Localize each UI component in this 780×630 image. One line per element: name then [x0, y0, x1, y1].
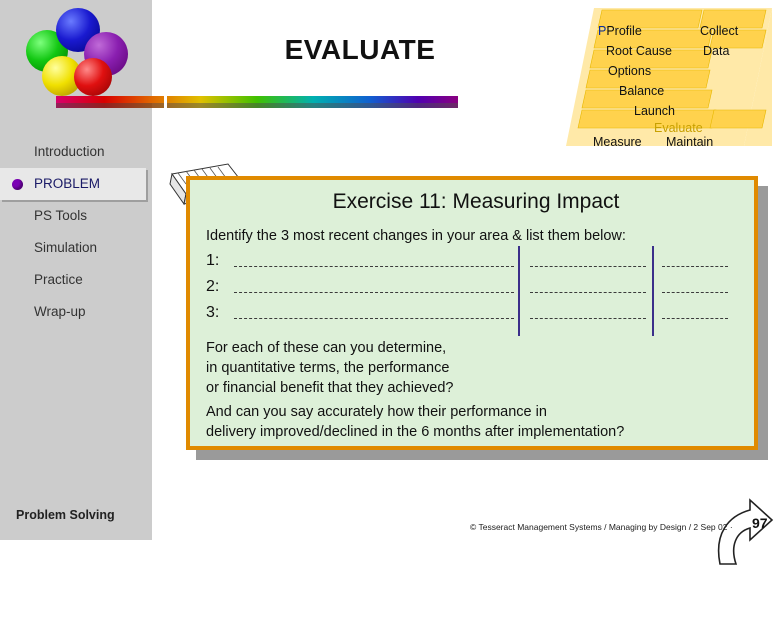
paragraph-1-line-2: in quantitative terms, the performance: [206, 360, 450, 376]
sidebar-item-problem[interactable]: PROBLEM: [0, 168, 146, 200]
rainbow-divider-tick: [164, 94, 167, 110]
curved-arrow-left-icon: [717, 498, 774, 565]
page-number: 97: [752, 515, 768, 531]
footer-copyright: © Tesseract Management Systems / Managin…: [470, 522, 733, 532]
paragraph-1-line-1: For each of these can you determine,: [206, 340, 447, 356]
list-item-number-3: 3:: [206, 304, 220, 321]
paragraph-2-line-2: delivery improved/declined in the 6 mont…: [206, 424, 625, 440]
process-step-options: Options: [608, 64, 652, 78]
sidebar-item-list: Introduction PROBLEM PS Tools Simulation…: [0, 136, 152, 328]
process-diagram: PProfile Collect Root Cause Data Options…: [566, 8, 772, 149]
process-step-measure: Measure: [593, 135, 642, 149]
process-step-data: Data: [703, 44, 730, 58]
sidebar-item-label: PROBLEM: [34, 176, 101, 191]
sidebar-item-label: Wrap-up: [34, 304, 86, 319]
write-line-1c[interactable]: [662, 266, 728, 267]
exercise-panel: Exercise 11: Measuring Impact Identify t…: [186, 176, 774, 565]
page-title: EVALUATE: [284, 34, 436, 65]
process-step-profile: PProfile: [598, 24, 642, 38]
rainbow-divider-top: [56, 96, 458, 103]
write-line-2c[interactable]: [662, 292, 728, 293]
process-step-balance: Balance: [619, 84, 665, 98]
write-line-3c[interactable]: [662, 318, 728, 319]
write-line-1a[interactable]: [234, 266, 514, 267]
slide-canvas: Introduction PROBLEM PS Tools Simulation…: [0, 0, 780, 565]
sidebar-item-label: PS Tools: [34, 208, 88, 223]
paragraph-1-line-3: or financial benefit that they achieved?: [206, 380, 454, 396]
process-step-maintain: Maintain: [666, 135, 714, 149]
process-step-collect: Collect: [700, 24, 739, 38]
rainbow-divider-bottom: [56, 103, 458, 108]
process-step-evaluate: Evaluate: [654, 121, 703, 135]
write-line-3a[interactable]: [234, 318, 514, 319]
sidebar-item-label: Simulation: [34, 240, 98, 255]
rainbow-divider: [56, 94, 458, 110]
sidebar-footer-label: Problem Solving: [16, 508, 115, 522]
column-divider-1: [518, 246, 520, 336]
sidebar-item-introduction[interactable]: Introduction: [0, 136, 152, 168]
sidebar-item-label: Introduction: [34, 144, 105, 159]
sidebar-item-practice[interactable]: Practice: [0, 264, 152, 296]
process-step-launch: Launch: [634, 104, 676, 118]
list-item-number-2: 2:: [206, 278, 220, 295]
write-line-2b[interactable]: [530, 292, 646, 293]
write-line-2a[interactable]: [234, 292, 514, 293]
write-line-1b[interactable]: [530, 266, 646, 267]
sidebar-item-ps-tools[interactable]: PS Tools: [0, 200, 152, 232]
logo-sphere-red-icon: [74, 58, 112, 96]
exercise-title: Exercise 11: Measuring Impact: [332, 190, 620, 213]
paragraph-2-line-1: And can you say accurately how their per…: [206, 404, 547, 420]
logo: [18, 6, 140, 98]
write-line-3b[interactable]: [530, 318, 646, 319]
sidebar-item-label: Practice: [34, 272, 83, 287]
column-divider-2: [652, 246, 654, 336]
exercise-instruction: Identify the 3 most recent changes in yo…: [206, 228, 626, 244]
process-step-root-cause: Root Cause: [606, 44, 673, 58]
sidebar-item-simulation[interactable]: Simulation: [0, 232, 152, 264]
bullet-icon: [12, 179, 23, 190]
list-item-number-1: 1:: [206, 252, 220, 269]
sidebar-item-wrap-up[interactable]: Wrap-up: [0, 296, 152, 328]
